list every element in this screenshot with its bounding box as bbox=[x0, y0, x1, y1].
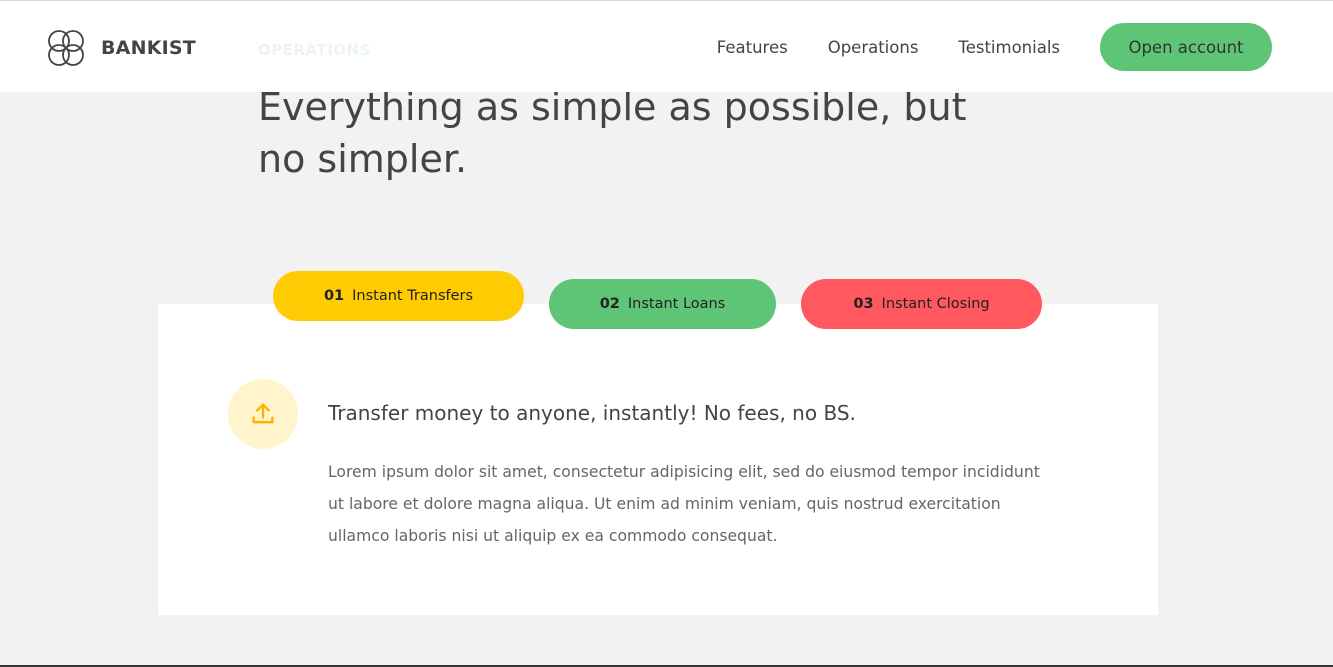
logo[interactable]: BANKIST bbox=[42, 24, 196, 72]
tab-label: Instant Loans bbox=[627, 296, 726, 312]
tab-number: 01 bbox=[323, 288, 345, 304]
tab-label: Instant Transfers bbox=[352, 288, 474, 304]
open-account-button[interactable]: Open account bbox=[1100, 23, 1272, 71]
tab-instant-transfers[interactable]: 01 Instant Transfers bbox=[273, 271, 524, 321]
section-label: Operations bbox=[258, 41, 371, 59]
upload-icon bbox=[252, 403, 274, 424]
nav-link-operations[interactable]: Operations bbox=[828, 38, 919, 57]
section-title: Everything as simple as possible, but no… bbox=[258, 85, 967, 181]
tab-number: 03 bbox=[853, 296, 874, 312]
operation-heading: Transfer money to anyone, instantly! No … bbox=[328, 401, 856, 425]
top-navigation: BANKIST Features Operations Testimonials… bbox=[0, 1, 1333, 92]
tab-label: Instant Closing bbox=[881, 296, 990, 312]
nav-links: Features Operations Testimonials Open ac… bbox=[717, 23, 1272, 71]
tab-number: 02 bbox=[599, 296, 620, 312]
page: BANKIST Features Operations Testimonials… bbox=[0, 0, 1333, 667]
logo-text: BANKIST bbox=[101, 37, 196, 59]
operation-description: Lorem ipsum dolor sit amet, consectetur … bbox=[328, 463, 1040, 545]
operation-icon-circle bbox=[228, 379, 298, 449]
nav-link-testimonials[interactable]: Testimonials bbox=[958, 38, 1060, 57]
tab-instant-loans[interactable]: 02 Instant Loans bbox=[549, 279, 776, 329]
nav-link-features[interactable]: Features bbox=[717, 38, 788, 57]
tab-instant-closing[interactable]: 03 Instant Closing bbox=[801, 279, 1042, 329]
bankist-logo-icon bbox=[48, 30, 84, 66]
